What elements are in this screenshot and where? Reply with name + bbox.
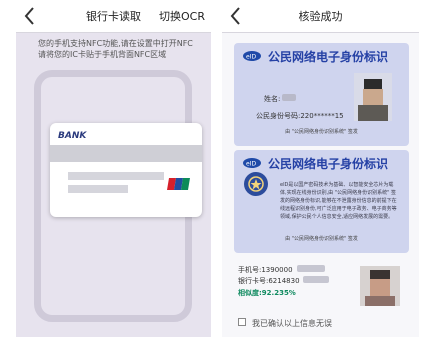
card-brand-label: BANK: [58, 131, 87, 141]
nfc-instructions: 您的手机支持NFC功能,请在设置中打开NFC 请将您的IC卡贴于手机背面NFC区…: [38, 38, 208, 60]
eid-description: eID是以国产密码技术为基础、以智能安全芯片为载体,实现在线身份识别,由 "公民…: [280, 182, 397, 220]
switch-ocr-button[interactable]: 切换OCR: [159, 8, 205, 24]
card-number-placeholder: [68, 172, 164, 180]
bank-card-illustration: BANK: [50, 123, 202, 217]
page-title: 核验成功: [298, 10, 343, 23]
confirm-checkbox[interactable]: [238, 318, 246, 326]
seal-icon: [244, 172, 268, 196]
eid-logo-icon: eID: [243, 51, 261, 61]
phone-number: 手机号:1390000: [238, 266, 293, 274]
phone-redacted: [297, 265, 325, 272]
top-bar: 银行卡读取 切换OCR: [16, 0, 211, 33]
id-number: 公民身份号码:220******15: [256, 112, 344, 120]
svg-text:eID: eID: [246, 54, 256, 61]
eid-logo-icon: eID: [243, 158, 261, 168]
eid-card-title: 公民网络电子身份标识: [268, 157, 389, 171]
instruction-line-2: 请将您的IC卡贴于手机背面NFC区域: [38, 50, 167, 59]
issuer-note: 由 "公民网络身份识别系统" 签发: [285, 129, 358, 135]
card-holder-placeholder: [68, 185, 128, 193]
live-face-photo-pixelated: [360, 266, 400, 306]
name-label: 姓名:: [264, 95, 281, 103]
bank-card-read-screen: 银行卡读取 切换OCR 您的手机支持NFC功能,请在设置中打开NFC 请将您的I…: [16, 0, 211, 337]
issuer-note: 由 "公民网络身份识别系统" 签发: [285, 236, 358, 242]
instruction-line-1: 您的手机支持NFC功能,请在设置中打开NFC: [38, 39, 193, 48]
id-photo-pixelated: [354, 73, 392, 121]
similarity-score: 相似度:92.235%: [238, 289, 296, 297]
confirm-text[interactable]: 我已确认以上信息无误: [252, 318, 332, 329]
bank-card-redacted: [303, 276, 329, 283]
top-bar: 核验成功: [222, 0, 419, 33]
verification-success-screen: 核验成功 eID 公民网络电子身份标识 姓名: 公民身份号码:220******…: [222, 0, 419, 337]
name-redacted: [282, 94, 296, 101]
eid-card-front: eID 公民网络电子身份标识 姓名: 公民身份号码:220******15 由 …: [234, 43, 409, 146]
eid-card-back: eID 公民网络电子身份标识 eID是以国产密码技术为基础、以智能安全芯片为载体…: [234, 150, 409, 253]
magnetic-stripe: [50, 145, 202, 162]
bank-card-number: 银行卡号:6214830: [238, 277, 300, 285]
unionpay-icon: [167, 178, 190, 190]
eid-card-title: 公民网络电子身份标识: [268, 50, 389, 64]
svg-text:eID: eID: [246, 161, 256, 168]
